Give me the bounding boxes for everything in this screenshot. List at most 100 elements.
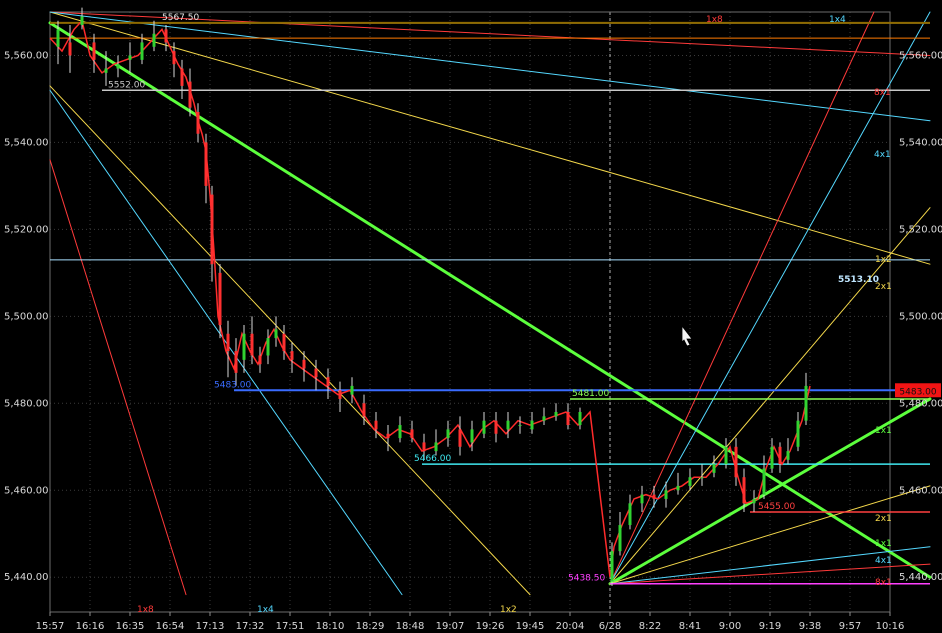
x-tick-label: 19:26 [476,621,505,632]
candle-body [786,451,790,460]
candle-body [80,16,84,26]
candle-body [734,446,738,478]
candle-body [578,412,582,426]
x-tick-label: 8:41 [679,621,701,632]
x-tick-label: 16:16 [76,621,105,632]
y-tick-label-right: 5,440.00 [899,572,942,583]
candle-body [446,429,450,439]
candle-body [250,333,254,356]
grid-layer [0,0,942,633]
x-tick-label: 19:45 [516,621,545,632]
x-tick-label: 15:57 [36,621,65,632]
candle-body [652,494,656,499]
candle-body [770,446,774,469]
price-level-label: 5455.00 [758,502,795,512]
candle-body [796,420,800,447]
candle-body [326,377,330,386]
candle-body [688,477,692,486]
gann-fan-label: 4x1 [874,150,891,160]
gann-fan-label: 8x1 [875,578,892,588]
candle-body [506,420,510,430]
candle-body [664,490,668,499]
y-tick-label-left: 5,540.00 [4,137,49,148]
candle-body [350,385,354,395]
x-tick-label: 8:22 [639,621,661,632]
candle-body [742,477,746,504]
candle-body [282,333,286,352]
candle-body [338,390,342,399]
gann-fan-label: 8x1 [874,88,891,98]
gann-fan-label: 1x8 [706,15,723,25]
candle-body [210,194,214,265]
candle-body [104,68,108,73]
y-tick-label-right: 5,560.00 [899,50,942,61]
x-tick-label: 9:00 [719,621,741,632]
candle-body [274,329,278,339]
y-tick-label-right: 5,480.00 [899,398,942,409]
candle-body [712,464,716,473]
x-tick-label: 17:13 [196,621,225,632]
candle-body [676,485,680,491]
price-level-label: 5483.00 [214,380,251,390]
y-tick-label-right: 5,500.00 [899,311,942,322]
y-tick-label-left: 5,500.00 [4,311,49,322]
candle-body [700,477,704,479]
y-tick-label-right: 5,460.00 [899,485,942,496]
x-tick-label: 20:04 [556,621,585,632]
gann-fan-label: 1x1 [875,426,892,436]
candle-body [374,420,378,430]
y-tick-label-left: 5,480.00 [4,398,49,409]
gann-fan-label: 4x1 [875,556,892,566]
candle-body [410,429,414,439]
gann-fan-label: 2x1 [875,514,892,524]
candle-body [234,351,238,373]
candle-body [172,51,176,65]
candle-body [494,420,498,434]
price-chart: 15:57 16:16 16:35 16:54 17:13 17:32 17:51 18:10… [0,0,942,633]
price-level-label: 5567.50 [162,13,199,23]
candle-body [610,551,614,582]
candle-body [530,420,534,430]
candle-body [554,412,558,417]
candle-body [196,112,200,134]
candle-body [362,403,366,417]
candle-body [164,29,168,43]
y-tick-label-left: 5,560.00 [4,50,49,61]
candle-body [458,429,462,447]
candle-body [518,425,522,427]
candle-body [566,412,570,426]
x-tick-label: 17:51 [276,621,305,632]
price-level-label: 5466.00 [414,454,451,464]
x-tick-label: 6/28 [599,621,621,632]
candle-body [470,429,474,443]
current-price-text: 5483.00 [899,387,936,397]
x-tick-label: 17:32 [236,621,265,632]
price-level-label: 5481.00 [572,389,609,399]
x-tick-label: 9:57 [839,621,861,632]
candle-body [290,351,294,360]
candle-body [618,525,622,552]
candle-body [188,81,192,108]
candle-body [128,55,132,60]
candle-body [398,425,402,439]
x-tick-label: 9:38 [799,621,821,632]
candle-body [218,272,222,326]
candle-body [752,498,756,504]
candle-body [778,446,782,465]
gann-bottom-label: 1x8 [137,605,154,615]
candle-body [68,42,72,56]
candle-body [482,420,486,434]
candle-body [804,385,808,421]
candle-body [640,494,644,504]
candle-body [242,333,246,360]
candle-body [434,442,438,452]
candle-body [422,442,426,452]
candle-body [258,355,262,365]
candle-body [314,368,318,378]
candle-body [302,359,306,369]
candle-body [204,142,208,186]
candle-body [56,29,60,47]
y-tick-label-left: 5,440.00 [4,572,49,583]
x-tick-label: 10:16 [876,621,905,632]
x-tick-label: 9:19 [759,621,781,632]
